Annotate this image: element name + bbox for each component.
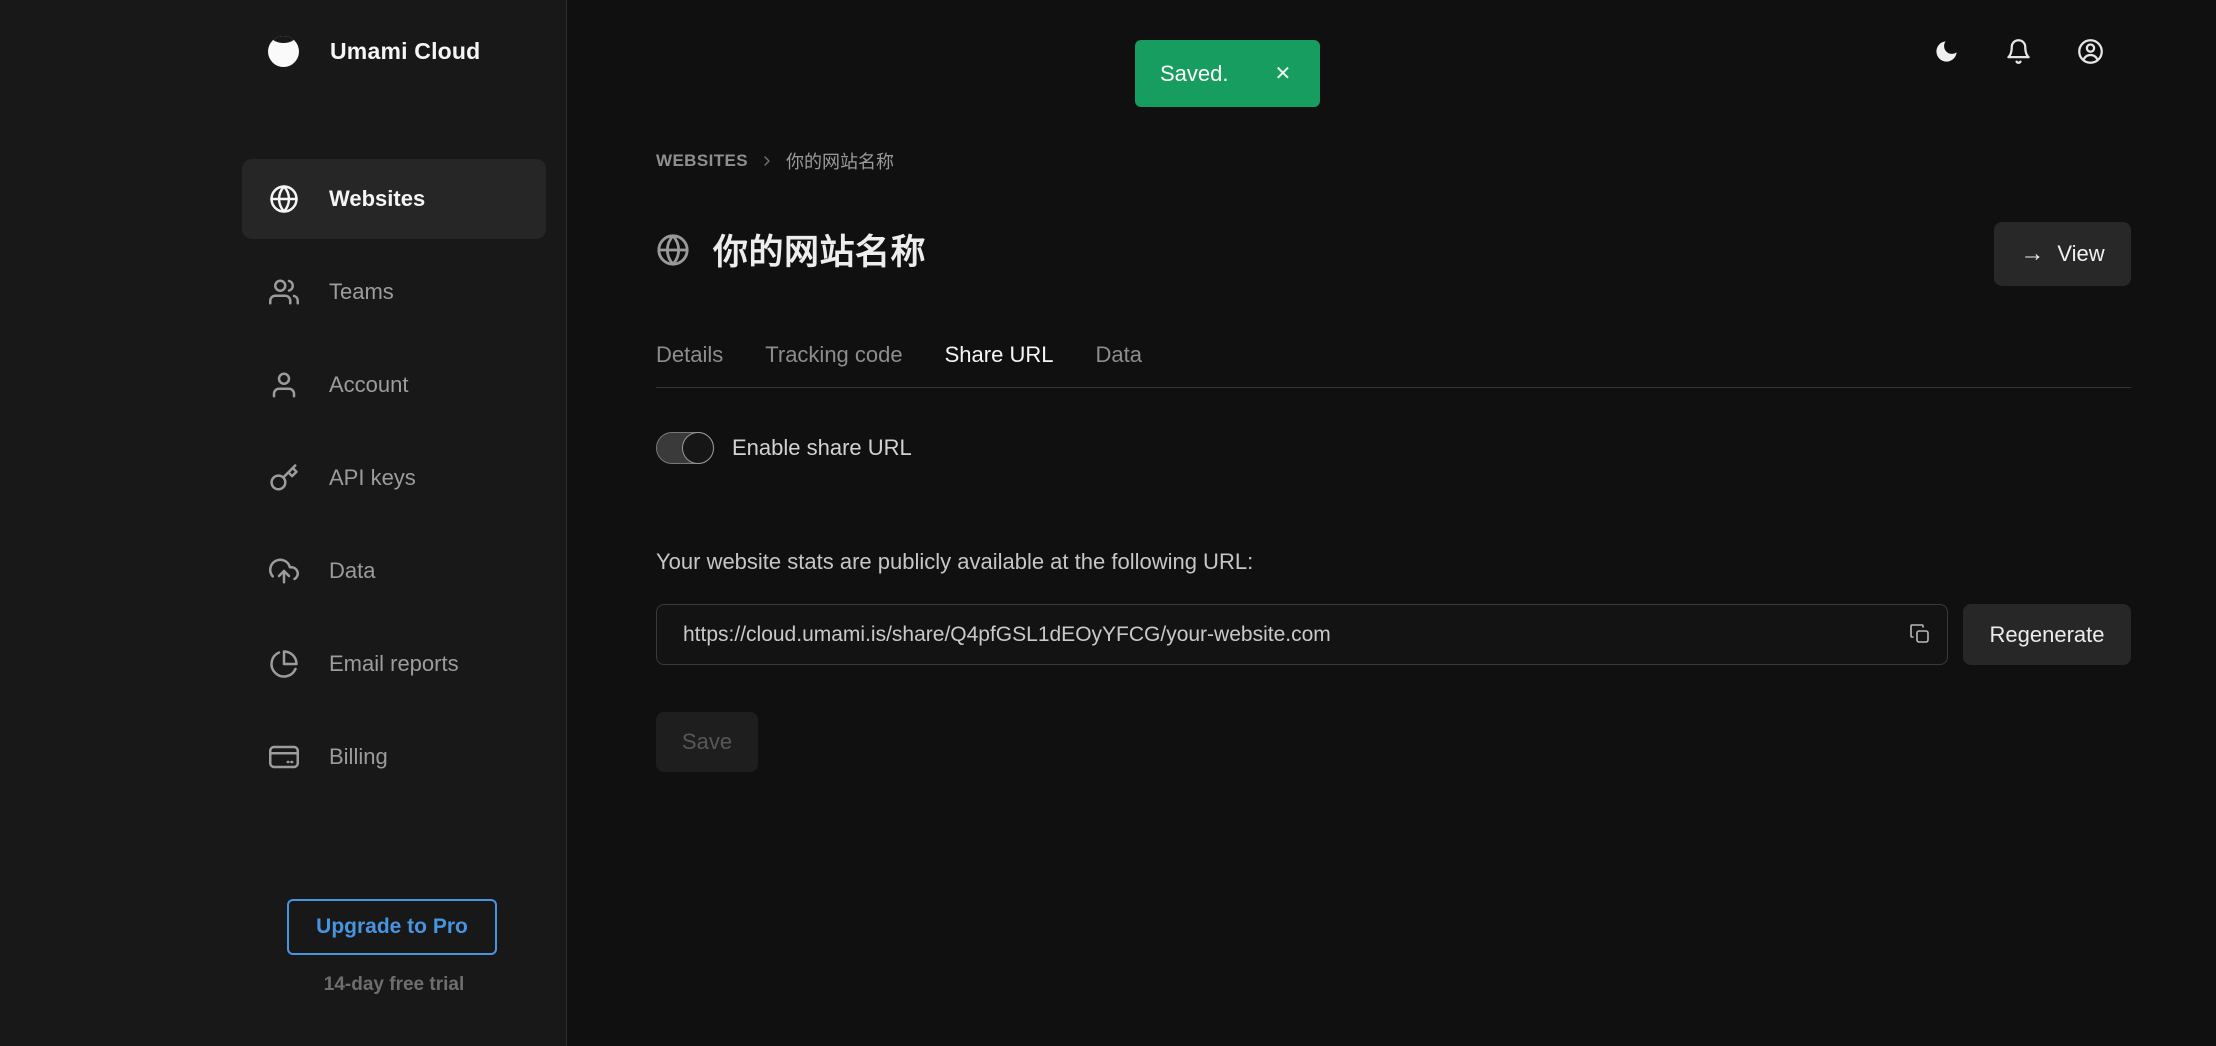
sidebar-item-label: Email reports — [329, 651, 459, 677]
globe-icon — [656, 233, 690, 267]
sidebar-item-websites[interactable]: Websites — [242, 159, 546, 239]
view-button[interactable]: → View — [1994, 222, 2131, 286]
toast-message: Saved. — [1160, 61, 1229, 87]
sidebar-item-email-reports[interactable]: Email reports — [242, 624, 546, 704]
tab-data[interactable]: Data — [1095, 342, 1141, 368]
key-icon — [269, 463, 299, 493]
umami-logo-icon — [268, 36, 299, 67]
toggle-knob — [682, 432, 714, 464]
enable-share-url-toggle[interactable] — [656, 432, 714, 464]
sidebar-item-label: Billing — [329, 744, 388, 770]
copy-icon — [1908, 622, 1932, 646]
credit-card-icon — [269, 742, 299, 772]
notifications-button[interactable] — [2005, 38, 2032, 65]
trial-note: 14-day free trial — [242, 974, 546, 996]
sidebar-item-label: API keys — [329, 465, 416, 491]
sidebar-item-api-keys[interactable]: API keys — [242, 438, 546, 518]
share-url-input[interactable] — [656, 604, 1948, 665]
arrow-right-icon: → — [2020, 242, 2044, 266]
tab-tracking-code[interactable]: Tracking code — [765, 342, 902, 368]
regenerate-button[interactable]: Regenerate — [1963, 604, 2131, 665]
enable-share-url-label: Enable share URL — [732, 435, 912, 461]
share-url-row: Regenerate — [656, 604, 2131, 665]
user-icon — [269, 370, 299, 400]
sidebar-item-label: Data — [329, 558, 375, 584]
bell-icon — [2005, 38, 2032, 65]
sidebar-item-teams[interactable]: Teams — [242, 252, 546, 332]
toast-close-icon[interactable]: ✕ — [1271, 60, 1296, 88]
main-content: WEBSITES 你的网站名称 你的网站名称 → View Details Tr… — [567, 0, 2216, 1046]
sidebar-item-data[interactable]: Data — [242, 531, 546, 611]
brand: Umami Cloud — [268, 36, 480, 67]
pie-chart-icon — [269, 649, 299, 679]
tab-details[interactable]: Details — [656, 342, 723, 368]
view-button-label: View — [2057, 241, 2104, 267]
tabs: Details Tracking code Share URL Data — [656, 342, 2131, 388]
sidebar-item-account[interactable]: Account — [242, 345, 546, 425]
brand-name: Umami Cloud — [330, 38, 480, 65]
sidebar-item-label: Websites — [329, 186, 425, 212]
toast-saved: Saved. ✕ — [1135, 40, 1320, 107]
breadcrumb-current: 你的网站名称 — [786, 148, 894, 174]
globe-icon — [269, 184, 299, 214]
breadcrumb-websites-link[interactable]: WEBSITES — [656, 151, 748, 171]
theme-toggle-button[interactable] — [1933, 38, 1960, 65]
copy-button[interactable] — [1904, 618, 1936, 650]
sidebar-item-billing[interactable]: Billing — [242, 717, 546, 797]
share-url-field-wrap — [656, 604, 1948, 665]
page-title-row: 你的网站名称 — [656, 224, 926, 275]
sidebar-item-label: Teams — [329, 279, 394, 305]
cloud-upload-icon — [269, 556, 299, 586]
sidebar-nav: Websites Teams Account API keys Data Ema… — [242, 159, 546, 797]
chevron-right-icon — [759, 153, 775, 169]
upgrade-to-pro-button[interactable]: Upgrade to Pro — [287, 899, 497, 955]
enable-share-url-row: Enable share URL — [656, 432, 912, 464]
topbar-icons — [1933, 38, 2104, 65]
moon-icon — [1933, 38, 1960, 65]
tab-share-url[interactable]: Share URL — [945, 342, 1054, 368]
page-title: 你的网站名称 — [713, 224, 926, 275]
breadcrumb: WEBSITES 你的网站名称 — [656, 148, 894, 174]
save-button[interactable]: Save — [656, 712, 758, 772]
profile-icon — [2077, 38, 2104, 65]
profile-button[interactable] — [2077, 38, 2104, 65]
sidebar-item-label: Account — [329, 372, 409, 398]
users-icon — [269, 277, 299, 307]
sidebar: Umami Cloud Websites Teams Account API k… — [0, 0, 567, 1046]
share-url-description: Your website stats are publicly availabl… — [656, 549, 1253, 575]
